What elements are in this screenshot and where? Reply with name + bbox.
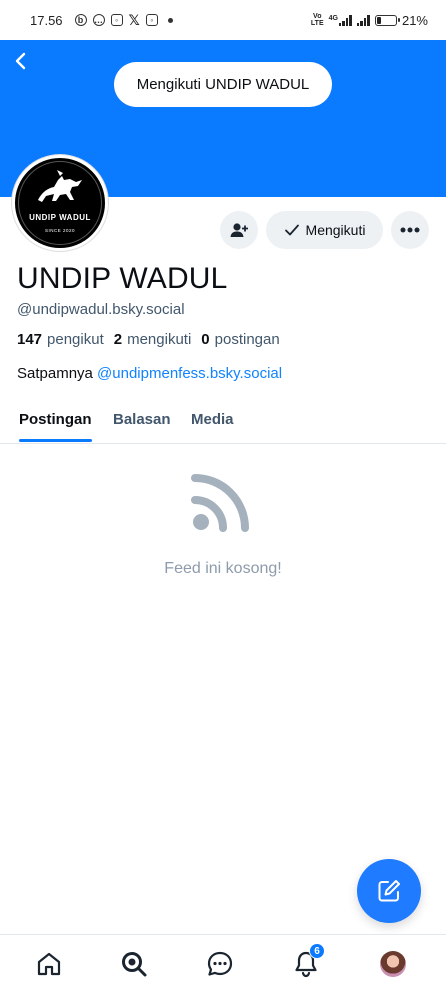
network-type: 4G (328, 14, 338, 22)
more-options-button[interactable] (391, 211, 429, 249)
followers-label: pengikut (47, 331, 104, 348)
profile-handle: @undipwadul.bsky.social (17, 301, 185, 318)
following-header-pill[interactable]: Mengikuti UNDIP WADUL (114, 62, 332, 107)
add-user-icon (230, 223, 248, 237)
avatar-logo-subtitle: SINCE 2020 (44, 228, 75, 233)
profile-tabs: Postingan Balasan Media (0, 400, 446, 444)
notifications-badge: 6 (309, 943, 325, 959)
feed-rss-icon (191, 474, 249, 532)
back-button[interactable] (10, 50, 32, 72)
avatar-logo-title: UNDIP WADUL (29, 213, 91, 222)
nav-search[interactable] (119, 949, 149, 979)
profile-screen: 17.56 b … ◦ 𝕏 ◦ Vo LTE 4G 21% Mengikuti U… (0, 0, 446, 1000)
empty-feed-message: Feed ini kosong! (164, 560, 282, 577)
status-bar: 17.56 b … ◦ 𝕏 ◦ Vo LTE 4G 21% (0, 0, 446, 40)
chat-bubble-icon (207, 951, 233, 976)
horse-rider-logo-icon (38, 170, 82, 202)
signal-icon (356, 14, 370, 26)
volte-icon: Vo LTE (310, 13, 324, 27)
following-button[interactable]: Mengikuti (266, 211, 383, 249)
chevron-left-icon (15, 52, 26, 70)
following-button-label: Mengikuti (305, 222, 366, 238)
tab-balasan[interactable]: Balasan (113, 411, 171, 428)
display-name: UNDIP WADUL (17, 262, 228, 295)
user-avatar (380, 951, 406, 977)
nav-messages[interactable] (205, 949, 235, 979)
active-tab-indicator (19, 439, 92, 442)
tab-media[interactable]: Media (191, 411, 234, 428)
signal-4g-icon: 4G (328, 14, 352, 26)
instagram-icon: ◦ (145, 14, 158, 26)
posts-label: postingan (214, 331, 280, 348)
profile-stats: 147 pengikut 2 mengikuti 0 postingan (17, 331, 290, 348)
status-time: 17.56 (30, 12, 63, 28)
compose-post-button[interactable] (357, 859, 421, 923)
check-icon (284, 224, 299, 236)
battery-icon (374, 14, 400, 26)
profile-bio: Satpamnya @undipmenfess.bsky.social (17, 365, 282, 382)
more-horizontal-icon (400, 227, 420, 233)
home-icon (37, 952, 61, 976)
more-notifications-dot (167, 17, 173, 23)
add-user-button[interactable] (220, 211, 258, 249)
nav-home[interactable] (34, 949, 64, 979)
posts-stat: 0 postingan (201, 331, 279, 348)
nav-notifications[interactable]: 6 (291, 943, 325, 979)
following-stat[interactable]: 2 mengikuti (114, 331, 192, 348)
search-icon (122, 952, 147, 977)
b-icon: b (74, 14, 87, 26)
followers-count: 147 (17, 331, 43, 348)
tab-postingan[interactable]: Postingan (19, 411, 92, 428)
followers-stat[interactable]: 147 pengikut (17, 331, 104, 348)
chat-icon: … (92, 14, 105, 26)
x-icon: 𝕏 (128, 11, 140, 28)
nav-profile[interactable] (378, 949, 408, 979)
posts-count: 0 (201, 331, 210, 348)
profile-avatar[interactable]: UNDIP WADUL SINCE 2020 (12, 155, 108, 251)
instagram-icon: ◦ (110, 14, 123, 26)
following-label: mengikuti (127, 331, 192, 348)
battery-percent: 21% (401, 12, 428, 28)
bio-mention-link[interactable]: @undipmenfess.bsky.social (97, 365, 282, 382)
compose-icon (378, 880, 400, 902)
following-count: 2 (113, 331, 123, 348)
bottom-navigation: 6 (0, 934, 446, 1000)
bio-text: Satpamnya (17, 365, 98, 382)
